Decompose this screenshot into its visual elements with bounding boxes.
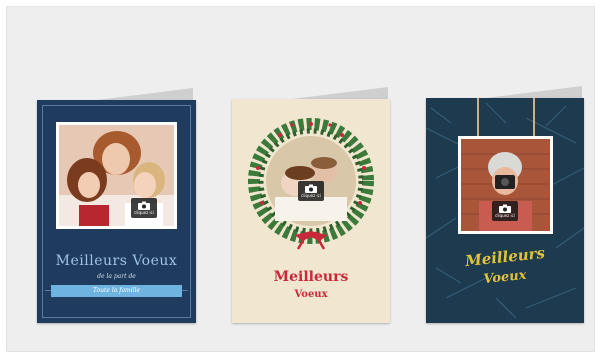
card-ribbon[interactable]: Toute la famille [51,285,182,297]
upload-label: cliquez ici [495,213,515,218]
card-front: cliquez ici Meilleurs Voeux [232,99,390,323]
card-subtitle: de la part de [97,273,136,280]
upload-photo-button[interactable]: cliquez ici [131,198,157,218]
card-title-line1: Meilleurs [273,269,349,285]
greeting-card-pine[interactable]: cliquez ici Meilleurs Voeux [426,86,584,323]
camera-icon [305,184,317,193]
upload-label: cliquez ici [301,193,321,198]
card-front: cliquez ici Meilleurs Voeux de la part d… [37,100,196,323]
camera-icon [499,204,511,213]
card-title: Meilleurs Voeux [55,253,178,269]
greeting-card-blue[interactable]: cliquez ici Meilleurs Voeux de la part d… [37,88,196,323]
card-front: cliquez ici Meilleurs Voeux [426,98,584,323]
card-gallery: cliquez ici Meilleurs Voeux de la part d… [6,6,595,352]
upload-label: cliquez ici [134,210,154,215]
photo-placeholder[interactable] [56,122,177,229]
greeting-card-wreath[interactable]: cliquez ici Meilleurs Voeux [232,87,390,323]
camera-icon [138,201,150,210]
upload-photo-button[interactable]: cliquez ici [492,201,518,221]
card-title-line2: Voeux [294,289,328,300]
upload-photo-button[interactable]: cliquez ici [298,181,324,201]
